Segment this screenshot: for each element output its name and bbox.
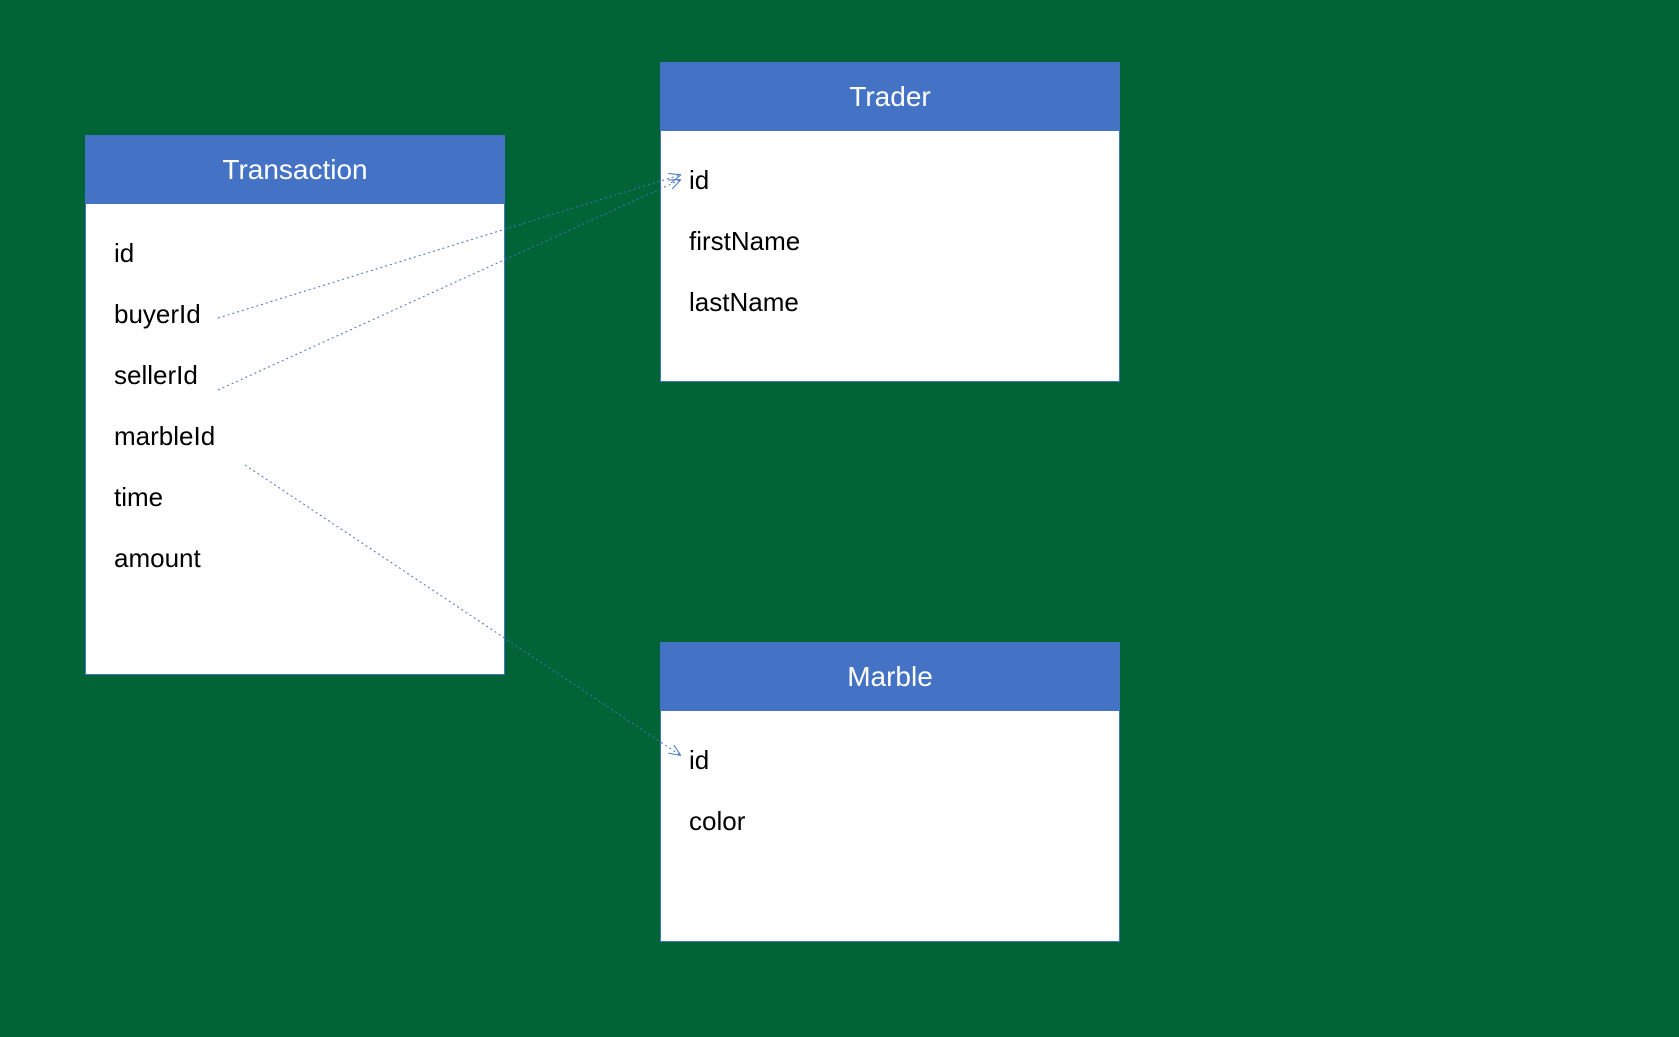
field-transaction-marbleId: marbleId	[114, 421, 476, 452]
entity-marble: Marble id color	[660, 642, 1120, 942]
field-trader-firstName: firstName	[689, 226, 1091, 257]
field-trader-lastName: lastName	[689, 287, 1091, 318]
field-transaction-time: time	[114, 482, 476, 513]
field-marble-id: id	[689, 745, 1091, 776]
field-transaction-sellerId: sellerId	[114, 360, 476, 391]
entity-trader-body: id firstName lastName	[661, 131, 1119, 378]
field-marble-color: color	[689, 806, 1091, 837]
field-trader-id: id	[689, 165, 1091, 196]
entity-marble-header: Marble	[661, 643, 1119, 711]
entity-trader-header: Trader	[661, 63, 1119, 131]
field-transaction-amount: amount	[114, 543, 476, 574]
field-transaction-id: id	[114, 238, 476, 269]
entity-transaction-body: id buyerId sellerId marbleId time amount	[86, 204, 504, 634]
field-transaction-buyerId: buyerId	[114, 299, 476, 330]
entity-transaction-header: Transaction	[86, 136, 504, 204]
entity-marble-body: id color	[661, 711, 1119, 897]
entity-trader: Trader id firstName lastName	[660, 62, 1120, 382]
entity-transaction: Transaction id buyerId sellerId marbleId…	[85, 135, 505, 675]
